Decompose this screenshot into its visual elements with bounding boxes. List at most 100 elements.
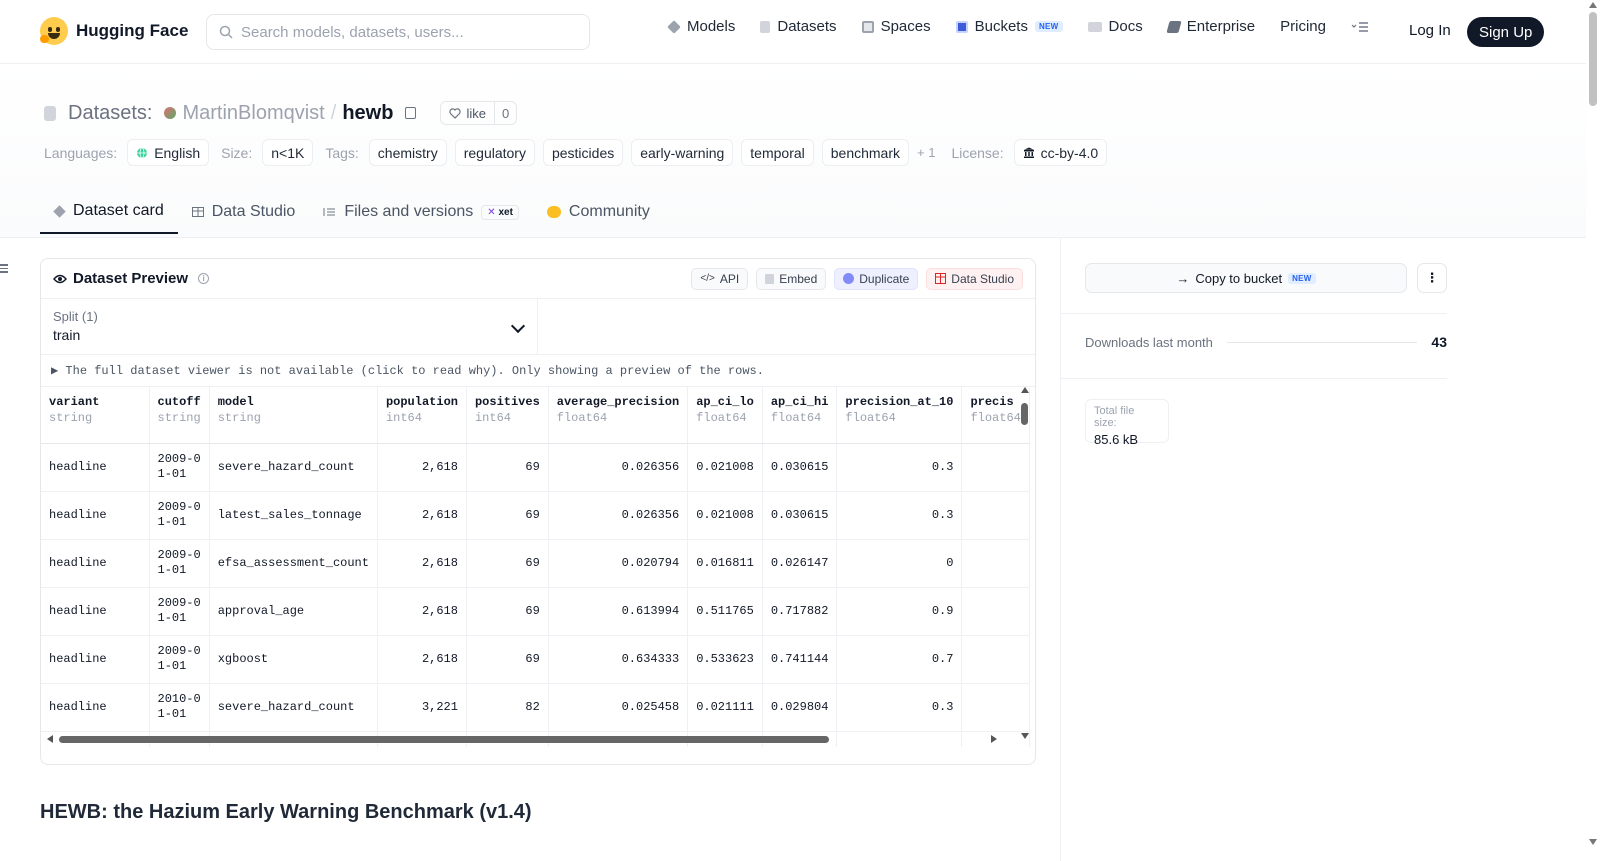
table-horizontal-scrollbar[interactable]	[45, 733, 997, 745]
table-cell[interactable]: 0.533623	[687, 635, 763, 684]
column-header[interactable]: positives int64	[466, 387, 549, 444]
copy-icon[interactable]	[405, 107, 417, 119]
tab-community[interactable]: Community	[533, 190, 664, 234]
table-cell[interactable]: severe_hazard_count	[209, 443, 378, 492]
table-cell[interactable]: 0.613994	[548, 587, 689, 636]
repo-type-link[interactable]: Datasets:	[68, 102, 152, 125]
table-cell[interactable]: 2009-01-01	[149, 587, 210, 636]
table-cell[interactable]: 0.029804	[762, 683, 838, 732]
table-cell[interactable]: 0.026147	[762, 539, 838, 588]
table-vertical-scrollbar[interactable]	[1019, 387, 1031, 739]
table-cell[interactable]: 0.026356	[548, 443, 689, 492]
table-cell[interactable]: 69	[466, 587, 549, 636]
column-header[interactable]: precision_at_10 float64	[836, 387, 963, 444]
table-cell[interactable]: 0.021008	[687, 491, 763, 540]
table-cell[interactable]: 0.021008	[687, 443, 763, 492]
table-cell[interactable]: 2,618	[377, 443, 467, 492]
page-scrollbar[interactable]	[1586, 0, 1600, 861]
table-cell[interactable]: 0.511765	[687, 587, 763, 636]
nav-models[interactable]: Models	[667, 18, 735, 35]
table-cell[interactable]: 0.3	[836, 683, 963, 732]
table-cell[interactable]: 0.025458	[548, 683, 689, 732]
table-cell[interactable]: 2,618	[377, 491, 467, 540]
nav-buckets[interactable]: Buckets NEW	[955, 18, 1063, 35]
table-cell[interactable]: 0.016811	[687, 539, 763, 588]
data-studio-button[interactable]: Data Studio	[926, 267, 1023, 290]
table-cell[interactable]: 2,618	[377, 635, 467, 684]
table-cell[interactable]: 82	[466, 683, 549, 732]
table-cell[interactable]: headline	[41, 491, 150, 540]
nav-enterprise[interactable]: Enterprise	[1166, 18, 1255, 35]
table-cell[interactable]: 0.9	[836, 587, 963, 636]
nav-datasets[interactable]: Datasets	[760, 18, 837, 35]
table-cell[interactable]: 69	[466, 539, 549, 588]
table-cell[interactable]: headline	[41, 443, 150, 492]
nav-docs[interactable]: Docs	[1087, 18, 1143, 35]
table-cell[interactable]: 2,618	[377, 539, 467, 588]
search-box[interactable]	[206, 14, 590, 50]
table-cell[interactable]: 0	[836, 539, 963, 588]
signup-button[interactable]: Sign Up	[1467, 17, 1545, 47]
tag-license[interactable]: cc-by-4.0	[1013, 139, 1108, 166]
table-cell[interactable]: headline	[41, 587, 150, 636]
more-tags-button[interactable]: + 1	[917, 145, 935, 160]
table-cell[interactable]: 69	[466, 491, 549, 540]
column-header[interactable]: average_precision float64	[548, 387, 689, 444]
tag-language[interactable]: English	[127, 139, 210, 166]
duplicate-button[interactable]: Duplicate	[834, 267, 919, 290]
table-cell[interactable]: severe_hazard_count	[209, 683, 378, 732]
sidebar-toggle-icon[interactable]	[0, 264, 8, 274]
info-icon[interactable]: i	[198, 273, 210, 284]
table-cell[interactable]: efsa_assessment_count	[209, 539, 378, 588]
table-cell[interactable]: 0.741144	[762, 635, 838, 684]
nav-spaces[interactable]: Spaces	[861, 18, 931, 35]
split-dropdown[interactable]: Split (1) train	[41, 299, 538, 354]
table-cell[interactable]: 0.030615	[762, 443, 838, 492]
table-cell[interactable]: 2009-01-01	[149, 539, 210, 588]
table-cell[interactable]: headline	[41, 683, 150, 732]
table-cell[interactable]: 0.3	[836, 443, 963, 492]
table-cell[interactable]: 0.021111	[687, 683, 763, 732]
table-cell[interactable]: 3,221	[377, 683, 467, 732]
tag-benchmark[interactable]: benchmark	[821, 139, 910, 166]
table-cell[interactable]: 2009-01-01	[149, 443, 210, 492]
column-header[interactable]: ap_ci_lo float64	[687, 387, 763, 444]
more-options-button[interactable]: ⋮	[1417, 263, 1447, 293]
table-cell[interactable]: 0.717882	[762, 587, 838, 636]
table-cell[interactable]: latest_sales_tonnage	[209, 491, 378, 540]
embed-button[interactable]: Embed	[756, 267, 827, 290]
tag-temporal[interactable]: temporal	[741, 139, 814, 166]
home-logo[interactable]: Hugging Face	[40, 17, 188, 45]
table-cell[interactable]: 2009-01-01	[149, 635, 210, 684]
nav-pricing[interactable]: Pricing	[1280, 18, 1326, 35]
table-cell[interactable]: 2010-01-01	[149, 683, 210, 732]
column-header[interactable]: population int64	[377, 387, 467, 444]
tag-pesticides[interactable]: pesticides	[542, 139, 624, 166]
table-cell[interactable]: headline	[41, 539, 150, 588]
table-cell[interactable]: 0.030615	[762, 491, 838, 540]
tag-size[interactable]: n<1K	[262, 139, 314, 166]
table-cell[interactable]: headline	[41, 635, 150, 684]
tag-chemistry[interactable]: chemistry	[368, 139, 447, 166]
tab-files-and-versions[interactable]: Files and versions ✕ xet	[309, 190, 533, 234]
table-cell[interactable]: 2,618	[377, 587, 467, 636]
tag-regulatory[interactable]: regulatory	[454, 139, 535, 166]
copy-to-bucket-button[interactable]: → Copy to bucket NEW	[1085, 263, 1407, 293]
table-cell[interactable]: 69	[466, 443, 549, 492]
tab-data-studio[interactable]: Data Studio	[178, 190, 310, 234]
table-cell[interactable]: 0.7	[836, 635, 963, 684]
table-cell[interactable]: 0.3	[836, 491, 963, 540]
login-link[interactable]: Log In	[1409, 22, 1451, 39]
tag-early-warning[interactable]: early-warning	[631, 139, 734, 166]
nav-more-menu[interactable]	[1351, 21, 1369, 33]
table-cell[interactable]: 0.020794	[548, 539, 689, 588]
table-cell[interactable]: 0.634333	[548, 635, 689, 684]
table-cell[interactable]: 69	[466, 635, 549, 684]
table-cell[interactable]: approval_age	[209, 587, 378, 636]
column-header[interactable]: cutoff string	[149, 387, 210, 444]
preview-table-container[interactable]: variant string cutoff string model string popu…	[41, 387, 1035, 747]
tab-dataset-card[interactable]: Dataset card	[40, 190, 178, 234]
column-header[interactable]: variant string	[41, 387, 150, 444]
table-cell[interactable]: 0.026356	[548, 491, 689, 540]
repo-name-link[interactable]: hewb	[342, 102, 393, 125]
